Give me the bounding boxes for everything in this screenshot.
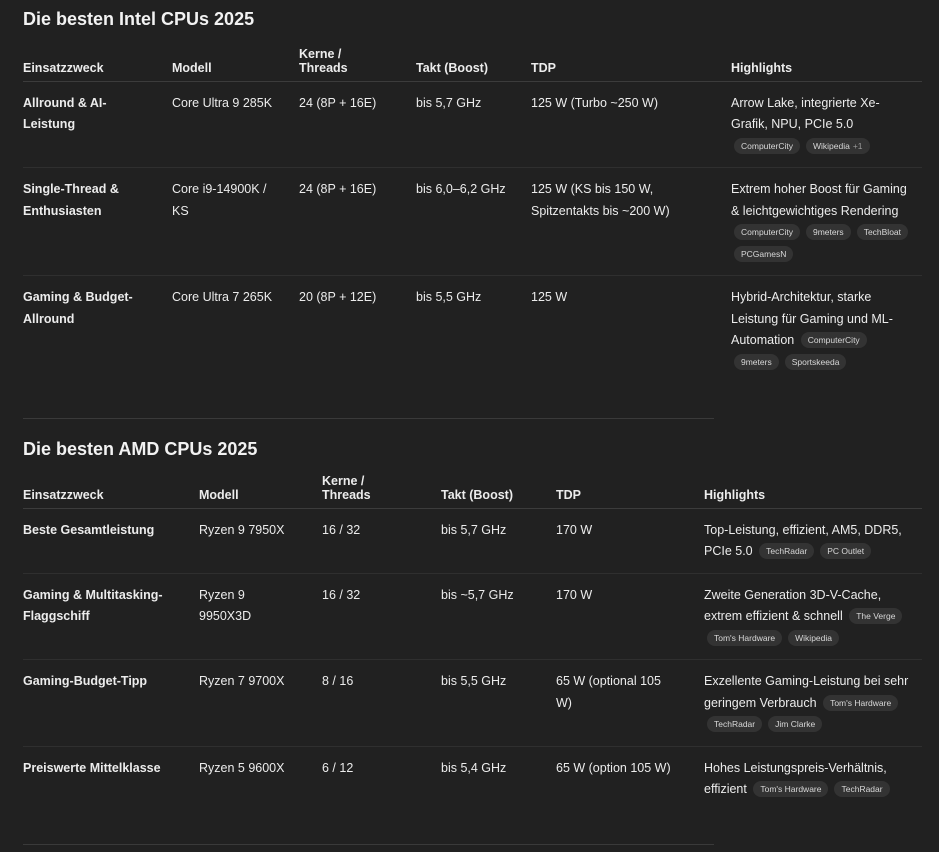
model-cell: Ryzen 9 7950X (199, 508, 322, 574)
cores-cell: 16 / 32 (322, 508, 441, 574)
section-divider (23, 844, 714, 845)
tdp-cell: 65 W (option 105 W) (556, 760, 671, 775)
cores-cell: 6 / 12 (322, 760, 354, 775)
source-chip[interactable]: Tom's Hardware (753, 781, 829, 797)
table-row: Gaming-Budget-Tipp Ryzen 7 9700X 8 / 16 … (23, 659, 922, 747)
column-header: Highlights (704, 460, 922, 509)
highlights-cell: Hohes Leistungspreis-Verhältnis, effizie… (704, 746, 922, 844)
table-row: Preiswerte Mittelklasse Ryzen 5 9600X 6 … (23, 746, 922, 844)
use-case-cell: Gaming & Multitasking-Flaggschiff (23, 573, 199, 660)
tdp-cell: 170 W (556, 573, 704, 660)
highlights-cell: Top-Leistung, effizient, AM5, DDR5, PCIe… (704, 508, 922, 574)
source-chip[interactable]: TechRadar (759, 543, 815, 559)
clock-cell: bis ~5,7 GHz (441, 573, 556, 660)
cores-cell: 16 / 32 (322, 573, 441, 660)
model-cell: Ryzen 9 9950X3D (199, 573, 322, 660)
source-chip[interactable]: The Verge (849, 608, 903, 624)
highlights-cell: Zweite Generation 3D-V-Cache, extrem eff… (704, 573, 922, 660)
column-header: Einsatzzweck (23, 460, 199, 509)
use-case-cell: Preiswerte Mittelklasse (23, 760, 161, 775)
clock-cell: bis 5,4 GHz (441, 760, 507, 775)
table-row: Gaming & Multitasking-Flaggschiff Ryzen … (23, 573, 922, 660)
amd-cpu-table: Einsatzzweck Modell Kerne / Threads Takt… (23, 460, 922, 844)
source-chip[interactable]: Wikipedia (788, 629, 839, 646)
source-chip[interactable]: Jim Clarke (768, 716, 823, 732)
column-header: Modell (199, 460, 322, 509)
use-case-cell: Beste Gesamtleistung (23, 508, 199, 574)
column-header: TDP (556, 460, 704, 509)
amd-section: Die besten AMD CPUs 2025 Einsatzzweck Mo… (0, 0, 922, 845)
source-chip[interactable]: TechRadar (707, 716, 763, 732)
clock-cell: bis 5,7 GHz (441, 508, 556, 574)
table-row: Beste Gesamtleistung Ryzen 9 7950X 16 / … (23, 508, 922, 574)
use-case-cell: Gaming-Budget-Tipp (23, 659, 199, 747)
source-chip[interactable]: TechRadar (834, 781, 890, 797)
tdp-cell: 170 W (556, 508, 704, 574)
highlights-cell: Exzellente Gaming-Leistung bei sehr geri… (704, 659, 922, 747)
clock-cell: bis 5,5 GHz (441, 659, 556, 747)
tdp-cell: 65 W (optional 105 W) (556, 659, 704, 747)
source-chip[interactable]: PC Outlet (820, 543, 872, 559)
column-header: Takt (Boost) (441, 460, 556, 509)
source-chip[interactable]: Tom's Hardware (823, 694, 899, 711)
model-cell: Ryzen 5 9600X (199, 760, 285, 775)
cores-cell: 8 / 16 (322, 659, 441, 747)
amd-section-title: Die besten AMD CPUs 2025 (23, 439, 258, 459)
model-cell: Ryzen 7 9700X (199, 659, 322, 747)
source-chip[interactable]: Tom's Hardware (707, 629, 783, 646)
table-header-row: Einsatzzweck Modell Kerne / Threads Takt… (23, 460, 922, 509)
column-header: Kerne / Threads (322, 460, 441, 509)
